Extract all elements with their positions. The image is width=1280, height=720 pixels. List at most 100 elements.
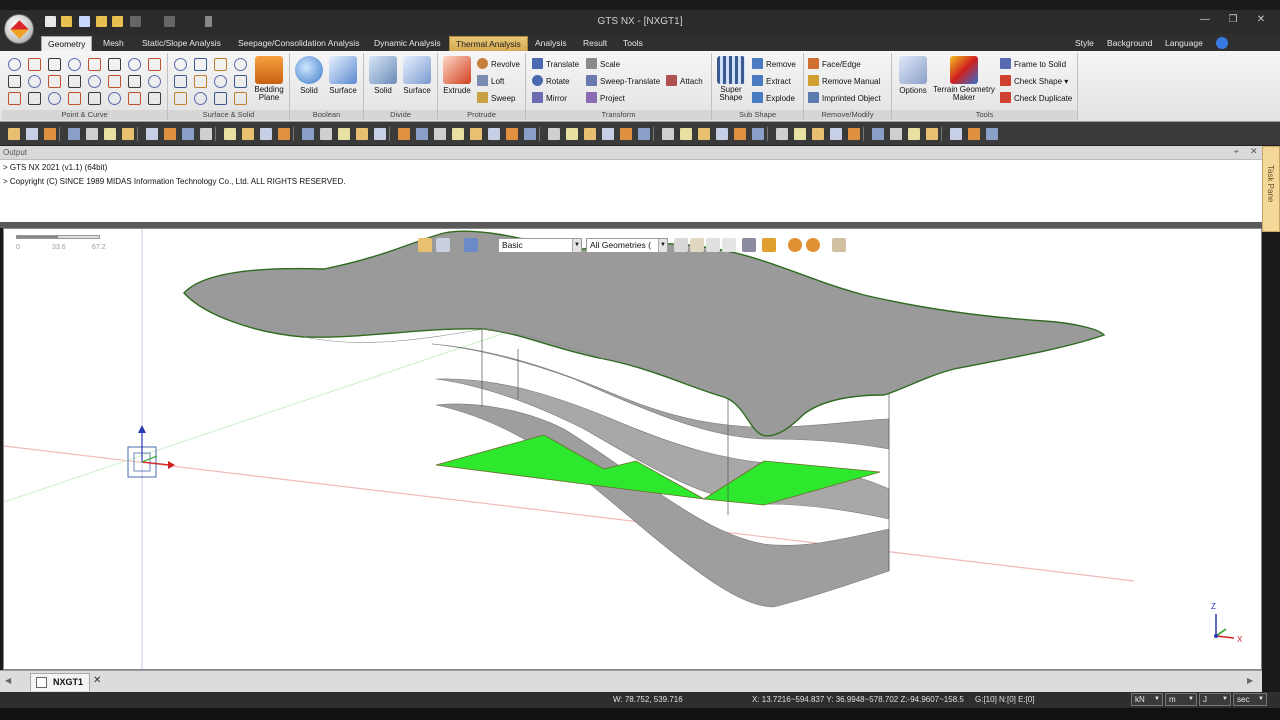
translate-button[interactable]: Translate (532, 58, 579, 72)
background-menu[interactable]: Background (1107, 36, 1152, 50)
project-button[interactable]: Project (586, 92, 625, 106)
curve-tool-icon[interactable] (128, 92, 141, 105)
surface-tool-icon[interactable] (194, 58, 207, 71)
toolbar-tool-icon[interactable] (890, 128, 902, 140)
toolbar-tool-icon[interactable] (548, 128, 560, 140)
frame-to-solid-button[interactable]: Frame to Solid (1000, 58, 1066, 72)
face-edge-button[interactable]: Face/Edge (808, 58, 861, 72)
surface-tool-icon[interactable] (234, 58, 247, 71)
toolbar-tool-icon[interactable] (986, 128, 998, 140)
toolbar-tool-icon[interactable] (26, 128, 38, 140)
curve-tool-icon[interactable] (28, 75, 41, 88)
curve-tool-icon[interactable] (128, 75, 141, 88)
toolbar-tool-icon[interactable] (374, 128, 386, 140)
curve-tool-icon[interactable] (48, 58, 61, 71)
toolbar-tool-icon[interactable] (506, 128, 518, 140)
toolbar-tool-icon[interactable] (698, 128, 710, 140)
curve-tool-icon[interactable] (108, 92, 121, 105)
style-menu[interactable]: Style (1075, 36, 1094, 50)
toolbar-tool-icon[interactable] (260, 128, 272, 140)
divide-surface-button[interactable]: Surface (400, 56, 434, 95)
surface-tool-icon[interactable] (214, 58, 227, 71)
tab-analysis[interactable]: Analysis (529, 36, 573, 51)
app-menu-button[interactable] (4, 14, 34, 44)
curve-tool-icon[interactable] (28, 92, 41, 105)
toolbar-tool-icon[interactable] (488, 128, 500, 140)
imprinted-object-button[interactable]: Imprinted Object (808, 92, 881, 106)
curve-tool-icon[interactable] (148, 92, 161, 105)
tab-result[interactable]: Result (577, 36, 613, 51)
toolbar-tool-icon[interactable] (200, 128, 212, 140)
toolbar-tool-icon[interactable] (872, 128, 884, 140)
terrain-geometry-maker-button[interactable]: Terrain Geometry Maker (930, 56, 998, 102)
hide-icon[interactable] (742, 238, 756, 252)
toolbar-tool-icon[interactable] (8, 128, 20, 140)
explode-button[interactable]: Explode (752, 92, 795, 106)
remove-button[interactable]: Remove (752, 58, 796, 72)
energy-unit-select[interactable]: J ▼ (1199, 693, 1231, 706)
surface-tool-icon[interactable] (234, 92, 247, 105)
curve-tool-icon[interactable] (48, 75, 61, 88)
toolbar-tool-icon[interactable] (122, 128, 134, 140)
toolbar-tool-icon[interactable] (164, 128, 176, 140)
curve-tool-icon[interactable] (148, 75, 161, 88)
task-pane-tab[interactable]: Task Pane (1262, 146, 1280, 232)
toolbar-tool-icon[interactable] (68, 128, 80, 140)
surface-tool-icon[interactable] (194, 75, 207, 88)
divide-solid-button[interactable]: Solid (368, 56, 398, 95)
loft-button[interactable]: Loft (477, 75, 504, 89)
curve-tool-icon[interactable] (48, 92, 61, 105)
toolbar-tool-icon[interactable] (182, 128, 194, 140)
filter-icon-d[interactable] (722, 238, 736, 252)
toolbar-tool-icon[interactable] (908, 128, 920, 140)
check-shape-button[interactable]: Check Shape ▾ (1000, 75, 1068, 89)
scroll-left-icon[interactable]: ◀ (5, 676, 11, 685)
toolbar-tool-icon[interactable] (620, 128, 632, 140)
surface-tool-icon[interactable] (194, 92, 207, 105)
boolean-surface-button[interactable]: Surface (326, 56, 360, 95)
scale-button[interactable]: Scale (586, 58, 620, 72)
toolbar-tool-icon[interactable] (926, 128, 938, 140)
toolbar-tool-icon[interactable] (242, 128, 254, 140)
select-icon[interactable] (436, 238, 450, 252)
sweep-translate-button[interactable]: Sweep-Translate (586, 75, 660, 89)
toolbar-tool-icon[interactable] (356, 128, 368, 140)
boolean-solid-button[interactable]: Solid (294, 56, 324, 95)
surface-tool-icon[interactable] (174, 92, 187, 105)
toolbar-tool-icon[interactable] (662, 128, 674, 140)
close-panel-icon[interactable]: ✕ (1250, 146, 1258, 157)
close-document-icon[interactable]: ✕ (93, 675, 101, 686)
toolbar-tool-icon[interactable] (584, 128, 596, 140)
toolbar-tool-icon[interactable] (848, 128, 860, 140)
rotate-button[interactable]: Rotate (532, 75, 570, 89)
curve-tool-icon[interactable] (68, 58, 81, 71)
toolbar-tool-icon[interactable] (950, 128, 962, 140)
surface-tool-icon[interactable] (174, 58, 187, 71)
curve-tool-icon[interactable] (8, 58, 21, 71)
curve-tool-icon[interactable] (8, 75, 21, 88)
toolbar-tool-icon[interactable] (716, 128, 728, 140)
minimize-button[interactable]: — (1196, 14, 1214, 28)
toolbar-tool-icon[interactable] (812, 128, 824, 140)
tab-geometry[interactable]: Geometry (41, 36, 93, 51)
filter-icon-b[interactable] (690, 238, 704, 252)
curve-tool-icon[interactable] (88, 75, 101, 88)
toolbar-tool-icon[interactable] (86, 128, 98, 140)
bedding-plane-button[interactable]: Bedding Plane (252, 56, 286, 102)
close-button[interactable]: ✕ (1252, 14, 1270, 28)
toolbar-tool-icon[interactable] (452, 128, 464, 140)
toolbar-tool-icon[interactable] (320, 128, 332, 140)
refresh-icon[interactable] (464, 238, 478, 252)
show-icon[interactable] (762, 238, 776, 252)
toolbar-tool-icon[interactable] (776, 128, 788, 140)
curve-tool-icon[interactable] (68, 75, 81, 88)
tab-tools[interactable]: Tools (617, 36, 649, 51)
time-unit-select[interactable]: sec ▼ (1233, 693, 1267, 706)
toolbar-tool-icon[interactable] (302, 128, 314, 140)
toolbar-tool-icon[interactable] (602, 128, 614, 140)
3d-viewport[interactable]: Z X 0 33.6 67.2 Basic ▼ All Geometries (▼ (3, 228, 1262, 670)
extract-button[interactable]: Extract (752, 75, 791, 89)
toolbar-tool-icon[interactable] (398, 128, 410, 140)
surface-tool-icon[interactable] (234, 75, 247, 88)
tab-mesh[interactable]: Mesh (97, 36, 130, 51)
